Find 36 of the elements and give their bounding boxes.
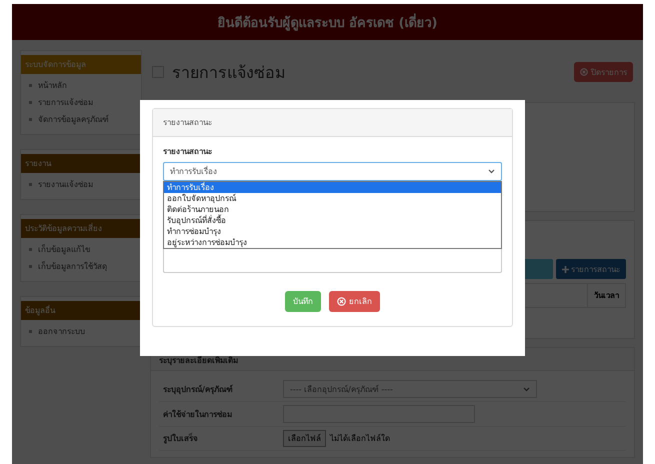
dropdown-option[interactable]: ออกใบจัดหาอุปกรณ์ <box>164 193 501 204</box>
sidebar-item[interactable]: จัดการข้อมูลครุภัณฑ์ <box>21 111 141 128</box>
chevron-icon <box>488 169 495 174</box>
sidebar-item[interactable]: หน้าหลัก <box>21 77 141 94</box>
dropdown-option[interactable]: ทำการรับเรื่อง <box>164 182 501 193</box>
dropdown-option[interactable]: ติดต่อร้านภายนอก <box>164 204 501 215</box>
file-button[interactable]: เลือกไฟล์ <box>283 430 326 447</box>
sidebar-heading: ระบบจัดการข้อมูล <box>21 55 141 74</box>
save-button[interactable]: บันทึก <box>285 291 321 312</box>
field-label: ค่าใช้จ่ายในการซ่อม <box>162 408 233 420</box>
field-label: ระบุอุปกรณ์/ครุภัณฑ์ <box>162 384 234 396</box>
column-header: วันเวลา <box>587 284 625 307</box>
site-title: ยินดีต้อนรับผู้ดูแลระบบ อัครเดช (เดี่ยว) <box>218 12 438 32</box>
cancel-button[interactable]: ยกเลิก <box>329 291 380 312</box>
sidebar-item[interactable]: รายงานแจ้งซ่อม <box>21 176 141 193</box>
dropdown-option[interactable]: ทำการซ่อมบำรุง <box>164 226 501 237</box>
page-title: รายการแจ้งซ่อม <box>172 62 286 84</box>
sidebar-heading: ประวัติข้อมูลความเสี่ยง <box>21 219 141 238</box>
close-circle-icon <box>580 68 588 76</box>
sidebar-item[interactable]: เก็บข้อมูลการใช้วัสดุ <box>21 258 141 275</box>
panel-heading: รายงานสถานะ <box>153 109 512 137</box>
plus-icon <box>562 266 569 272</box>
chevron-icon <box>523 386 530 392</box>
dropdown-option[interactable]: อยู่ระหว่างการซ่อมบำรุง <box>164 237 501 248</box>
dropdown-option[interactable]: รับอุปกรณ์ที่สั่งซื้อ <box>164 215 501 226</box>
sidebar-heading: ข้อมูลอื่น <box>21 301 141 320</box>
field-label: รายงานสถานะ <box>163 146 213 158</box>
sidebar-item[interactable]: ออกจากระบบ <box>21 323 141 340</box>
status-select[interactable]: ทำการรับเรื่อง <box>163 162 502 181</box>
close-circle-icon <box>337 297 346 306</box>
sidebar-item[interactable]: รายการแจ้งซ่อม <box>21 94 141 111</box>
sidebar-heading: รายงาน <box>21 154 141 173</box>
field-label: รูปใบเสร็จ <box>162 432 199 445</box>
file-status: ไม่ได้เลือกไฟล์ใด <box>330 432 390 445</box>
add-status-button[interactable]: รายการสถานะ <box>556 259 626 279</box>
sidebar-item[interactable]: เก็บข้อมูลแก้ไข <box>21 241 141 258</box>
